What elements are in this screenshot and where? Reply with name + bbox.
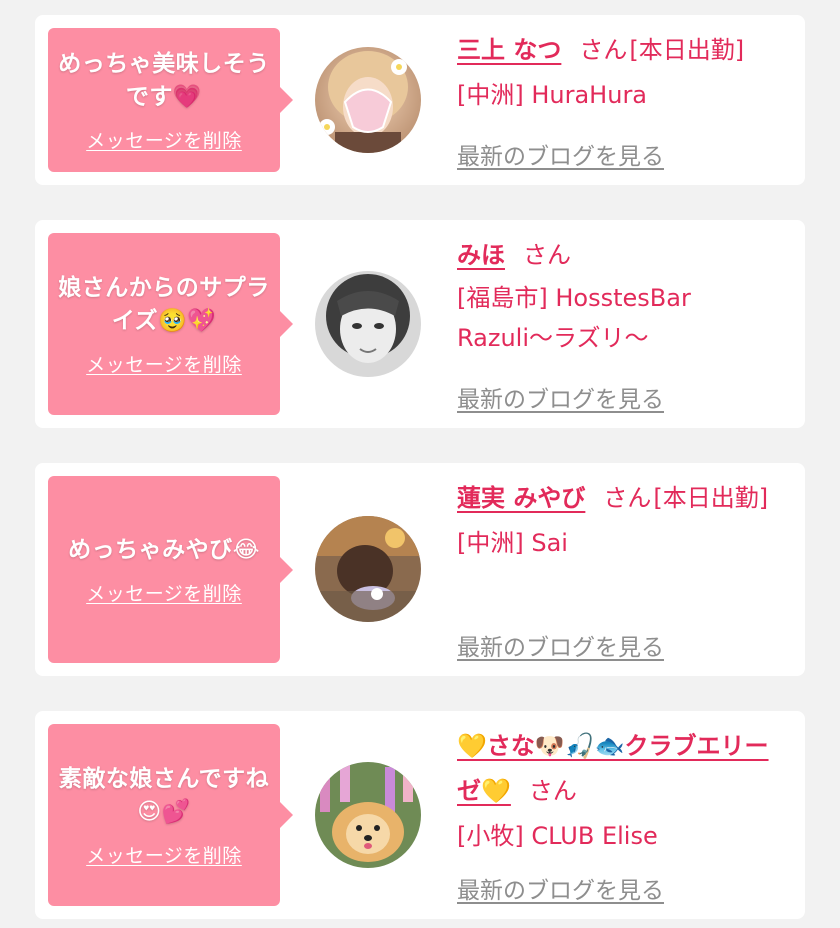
avatar[interactable] xyxy=(315,47,421,153)
honorific: さん xyxy=(579,36,628,64)
cast-info: 💛さな🐶🎣🐟クラブエリーゼ💛 さん [小牧] CLUB Elise xyxy=(457,724,785,859)
delete-message-link[interactable]: メッセージを削除 xyxy=(86,841,242,868)
area-shop: [福島市] HosstesBar Razuli〜ラズリ〜 xyxy=(457,284,691,352)
message-bubble: めっちゃみやび😂 メッセージを削除 xyxy=(48,476,280,663)
area-shop: [小牧] CLUB Elise xyxy=(457,822,658,850)
delete-message-link[interactable]: メッセージを削除 xyxy=(86,126,242,153)
cast-name-link[interactable]: 💛さな🐶🎣🐟クラブエリーゼ💛 xyxy=(457,732,769,805)
honorific: さん xyxy=(523,241,571,269)
list-item: 素敵な娘さんですね😍💕 メッセージを削除 💛さな🐶🎣🐟クラブエリーゼ💛 さん [小… xyxy=(35,711,805,919)
avatar[interactable] xyxy=(315,271,421,377)
avatar[interactable] xyxy=(315,516,421,622)
favorite-message-list: めっちゃ美味しそうです💗 メッセージを削除 三上 なつ さん[本日出勤] [中洲… xyxy=(0,0,840,928)
status-badge: [本日出勤] xyxy=(629,36,745,64)
message-text: 素敵な娘さんですね😍💕 xyxy=(58,765,270,825)
avatar-photo-woman-hair-updo xyxy=(315,516,421,622)
honorific: さん xyxy=(528,777,577,805)
message-bubble: めっちゃ美味しそうです💗 メッセージを削除 xyxy=(48,28,280,172)
latest-blog-link[interactable]: 最新のブログを見る xyxy=(457,628,664,662)
delete-message-link[interactable]: メッセージを削除 xyxy=(86,579,242,606)
message-text: めっちゃみやび😂 xyxy=(68,536,260,563)
avatar-photo-monochrome-woman xyxy=(315,271,421,377)
message-bubble: 素敵な娘さんですね😍💕 メッセージを削除 xyxy=(48,724,280,906)
area-shop: [中洲] Sai xyxy=(457,529,568,557)
honorific: さん xyxy=(603,484,652,512)
message-text: めっちゃ美味しそうです💗 xyxy=(58,50,270,110)
latest-blog-link[interactable]: 最新のブログを見る xyxy=(457,380,664,414)
avatar[interactable] xyxy=(315,762,421,868)
cast-info: みほ さん [福島市] HosstesBar Razuli〜ラズリ〜 xyxy=(457,233,785,358)
message-text: 娘さんからのサプライズ🥹💖 xyxy=(58,274,270,334)
list-item: めっちゃみやび😂 メッセージを削除 蓮実 みやび さん[本日出勤] [中洲] Sa… xyxy=(35,463,805,676)
cast-info: 蓮実 みやび さん[本日出勤] [中洲] Sai xyxy=(457,476,785,566)
list-item: めっちゃ美味しそうです💗 メッセージを削除 三上 なつ さん[本日出勤] [中洲… xyxy=(35,15,805,185)
delete-message-link[interactable]: メッセージを削除 xyxy=(86,350,242,377)
list-item: 娘さんからのサプライズ🥹💖 メッセージを削除 みほ さん [福島市] Hosste… xyxy=(35,220,805,428)
cast-name-link[interactable]: 三上 なつ xyxy=(457,36,561,64)
message-bubble: 娘さんからのサプライズ🥹💖 メッセージを削除 xyxy=(48,233,280,415)
area-shop: [中洲] HuraHura xyxy=(457,81,648,109)
status-badge: [本日出勤] xyxy=(653,484,769,512)
latest-blog-link[interactable]: 最新のブログを見る xyxy=(457,871,664,905)
avatar-photo-pomeranian-flowers xyxy=(315,762,421,868)
cast-info: 三上 なつ さん[本日出勤] [中洲] HuraHura xyxy=(457,28,785,118)
avatar-photo-blonde-woman-thankyou-sticker xyxy=(315,47,421,153)
cast-name-link[interactable]: 蓮実 みやび xyxy=(457,484,585,512)
latest-blog-link[interactable]: 最新のブログを見る xyxy=(457,137,664,171)
cast-name-link[interactable]: みほ xyxy=(457,241,505,269)
